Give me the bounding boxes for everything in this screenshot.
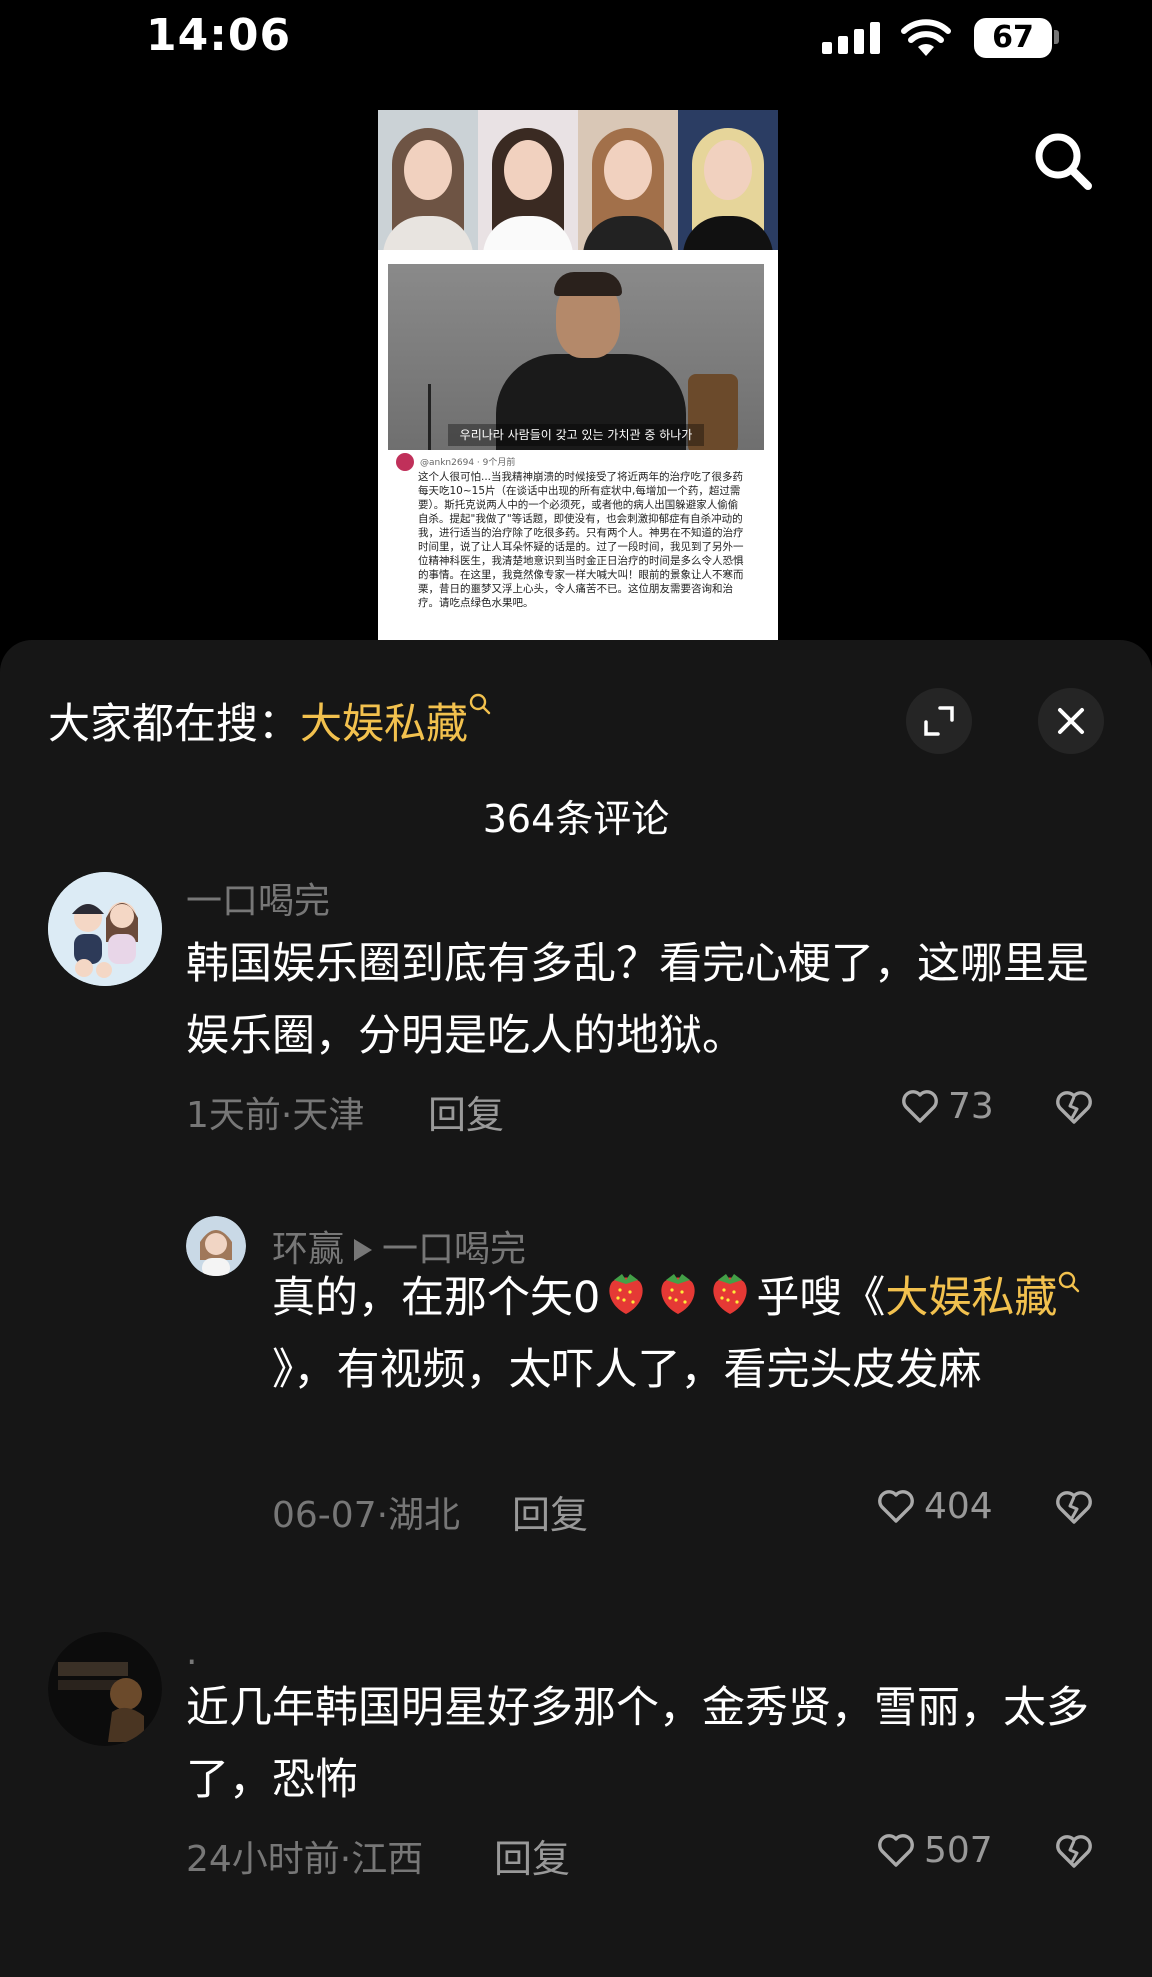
- search-icon: [469, 693, 491, 715]
- comment-time-location: 24小时前·江西: [186, 1839, 424, 1880]
- like-button[interactable]: 404: [876, 1484, 993, 1528]
- search-icon: [1059, 1271, 1080, 1293]
- avatar[interactable]: [48, 1632, 162, 1746]
- reply-button[interactable]: 回复: [494, 1828, 570, 1883]
- expand-button[interactable]: [906, 688, 972, 754]
- battery-tip: [1054, 30, 1059, 44]
- video-frame[interactable]: 우리나라 사람들이 갖고 있는 가치관 중 하나가 @ankn2694 · 9个…: [378, 110, 778, 642]
- post-text: 这个人很可怕...当我精神崩溃的时候接受了将近两年的治疗吃了很多药每天吃10~1…: [418, 471, 744, 609]
- close-button[interactable]: [1038, 688, 1104, 754]
- photo-strip: [378, 110, 778, 250]
- strawberry-emoji: [661, 1274, 696, 1314]
- reply-arrow-icon: [354, 1239, 373, 1261]
- highlighted-search-term[interactable]: 大娱私藏: [885, 1273, 1057, 1323]
- avatar-photo: [48, 1632, 162, 1746]
- broken-heart-icon[interactable]: [1054, 1488, 1094, 1526]
- broken-heart-icon[interactable]: [1054, 1088, 1094, 1126]
- like-count: 404: [924, 1485, 993, 1527]
- heart-icon: [878, 1834, 914, 1867]
- comment-text: 真的，在那个矢0 乎嗖《大娱私藏》，有视频，太吓人了，看完头皮发麻: [272, 1262, 1112, 1406]
- comment-author[interactable]: .: [186, 1632, 197, 1673]
- hot-search-prefix: 大家都在搜：: [48, 699, 301, 748]
- comment-text-part: 真的，在那个矢0: [272, 1273, 601, 1323]
- portrait-photo: [678, 110, 778, 250]
- comment-text: 近几年韩国明星好多那个，金秀贤，雪丽，太多了，恐怖: [186, 1683, 1089, 1805]
- avatar-photo: [186, 1216, 246, 1276]
- interview-photo: 우리나라 사람들이 갖고 있는 가치관 중 하나가: [388, 264, 764, 450]
- strawberry-emoji: [713, 1274, 748, 1314]
- comment-time-location: 06-07·湖北: [272, 1495, 461, 1536]
- close-icon: [1058, 708, 1084, 734]
- cellular-signal-icon: [822, 22, 880, 54]
- search-icon[interactable]: [1030, 128, 1096, 194]
- comment-text-part: 》，有视频，太吓人了，看完头皮发麻: [272, 1345, 982, 1395]
- comment-text-part: 乎嗖《: [756, 1273, 886, 1323]
- status-bar: 14:06 67: [0, 0, 1152, 80]
- post-meta: @ankn2694 · 9个月前: [420, 458, 516, 468]
- comment-author[interactable]: 一口喝完: [186, 872, 330, 924]
- comment-time-location: 1天前·天津: [186, 1095, 365, 1136]
- comment-count: 364条评论: [482, 797, 670, 841]
- status-time: 14:06: [146, 10, 292, 61]
- broken-heart-icon[interactable]: [1054, 1832, 1094, 1870]
- reply-button[interactable]: 回复: [428, 1084, 504, 1139]
- heart-icon: [878, 1490, 914, 1523]
- sheet-header: 大家都在搜：大娱私藏 364条评论: [0, 640, 1152, 841]
- like-count: 73: [948, 1085, 994, 1127]
- avatar[interactable]: [48, 872, 162, 986]
- heart-icon: [902, 1090, 938, 1123]
- strawberry-emoji: [609, 1274, 644, 1314]
- avatar-illustration: [48, 872, 162, 986]
- like-button[interactable]: 73: [900, 1084, 994, 1128]
- post-avatar: [396, 453, 414, 471]
- portrait-photo: [578, 110, 678, 250]
- hot-search-bar[interactable]: 大家都在搜：大娱私藏: [48, 690, 492, 751]
- battery-indicator: 67: [974, 18, 1052, 58]
- wifi-icon: [901, 19, 951, 56]
- video-caption: 우리나라 사람들이 갖고 있는 가치관 중 하나가: [448, 424, 704, 446]
- expand-icon: [924, 706, 954, 736]
- comments-sheet: 大家都在搜：大娱私藏 364条评论 一口喝完 韩国娱乐圈到底有多乱？看完心梗了，…: [0, 640, 1152, 1977]
- portrait-photo: [378, 110, 478, 250]
- like-count: 507: [924, 1829, 993, 1871]
- like-button[interactable]: 507: [876, 1828, 993, 1872]
- portrait-photo: [478, 110, 578, 250]
- avatar[interactable]: [186, 1216, 246, 1276]
- hot-search-term[interactable]: 大娱私藏: [300, 699, 468, 748]
- reply-button[interactable]: 回复: [512, 1484, 588, 1539]
- comment-text: 韩国娱乐圈到底有多乱？看完心梗了，这哪里是娱乐圈，分明是吃人的地狱。: [186, 939, 1089, 1061]
